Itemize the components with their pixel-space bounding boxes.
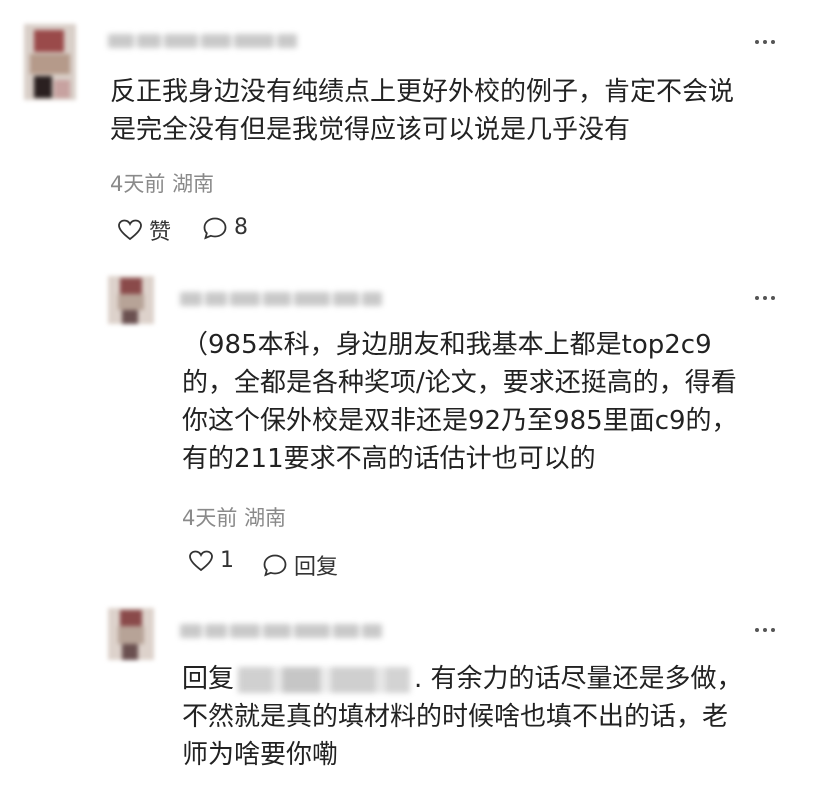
like-button[interactable]: 1 bbox=[188, 548, 234, 573]
more-horizontal-icon bbox=[755, 296, 759, 300]
timestamp: 4天前 bbox=[182, 506, 238, 530]
reply-line: 师为啥要你嘞 bbox=[182, 740, 339, 770]
username[interactable] bbox=[108, 30, 297, 52]
more-dot bbox=[763, 628, 767, 632]
more-dot bbox=[763, 40, 767, 44]
more-options-button[interactable] bbox=[755, 38, 781, 46]
reply-line: 回复 . 有余力的话尽量还是多做， bbox=[182, 660, 782, 698]
reply-button[interactable]: 回复 bbox=[262, 549, 338, 581]
reply-line: 的，全都是各种奖项/论文，要求还挺高的，得看 bbox=[182, 368, 737, 398]
timestamp: 4天前 bbox=[110, 172, 166, 196]
more-options-button[interactable] bbox=[755, 294, 781, 302]
more-dot bbox=[771, 628, 775, 632]
comment-line: 是完全没有但是我觉得应该可以说是几乎没有 bbox=[110, 115, 631, 145]
more-dot bbox=[771, 40, 775, 44]
like-label: 赞 bbox=[149, 220, 172, 245]
like-button[interactable]: 赞 bbox=[117, 214, 171, 246]
more-options-button[interactable] bbox=[755, 626, 781, 634]
location: 湖南 bbox=[172, 172, 215, 196]
reply-line: 有的211要求不高的话估计也可以的 bbox=[182, 444, 596, 474]
reply-label: 回复 bbox=[294, 555, 339, 580]
heart-outline-icon bbox=[189, 550, 213, 571]
comment-line: 反正我身边没有纯绩点上更好外校的例子，肯定不会说 bbox=[110, 77, 735, 107]
more-dot bbox=[771, 296, 775, 300]
avatar[interactable] bbox=[24, 24, 76, 100]
more-dot bbox=[763, 296, 767, 300]
comment-bubble-icon bbox=[203, 217, 227, 240]
more-horizontal-icon bbox=[755, 628, 759, 632]
reply-line: （985本科，身边朋友和我基本上都是top2c9 bbox=[182, 330, 712, 360]
username[interactable] bbox=[180, 620, 382, 642]
more-horizontal-icon bbox=[755, 40, 759, 44]
reply-count: 8 bbox=[234, 215, 248, 240]
comment-bubble-icon bbox=[263, 554, 287, 577]
reply-line: 不然就是真的填材料的时候啥也填不出的话，老 bbox=[182, 702, 729, 732]
avatar[interactable] bbox=[108, 608, 154, 660]
username[interactable] bbox=[180, 288, 382, 310]
avatar[interactable] bbox=[108, 276, 154, 324]
reply-prefix: 回复 bbox=[182, 664, 235, 694]
reply-count-button[interactable]: 8 bbox=[202, 215, 248, 240]
reply-meta: 4天前 湖南 bbox=[182, 502, 286, 532]
comment-text: 反正我身边没有纯绩点上更好外校的例子，肯定不会说 是完全没有但是我觉得应该可以说… bbox=[110, 73, 800, 149]
like-count: 1 bbox=[220, 548, 234, 573]
mentioned-username[interactable] bbox=[238, 666, 411, 693]
comment-meta: 4天前 湖南 bbox=[110, 168, 214, 198]
location: 湖南 bbox=[244, 506, 287, 530]
reply-line-tail: . 有余力的话尽量还是多做， bbox=[414, 664, 743, 694]
heart-outline-icon bbox=[118, 219, 142, 241]
reply-text: （985本科，身边朋友和我基本上都是top2c9 的，全都是各种奖项/论文，要求… bbox=[182, 326, 782, 478]
reply-line: 你这个保外校是双非还是92乃至985里面c9的， bbox=[182, 406, 738, 436]
reply-text: 回复 . 有余力的话尽量还是多做， 不然就是真的填材料的时候啥也填不出的话，老 师… bbox=[182, 660, 782, 774]
